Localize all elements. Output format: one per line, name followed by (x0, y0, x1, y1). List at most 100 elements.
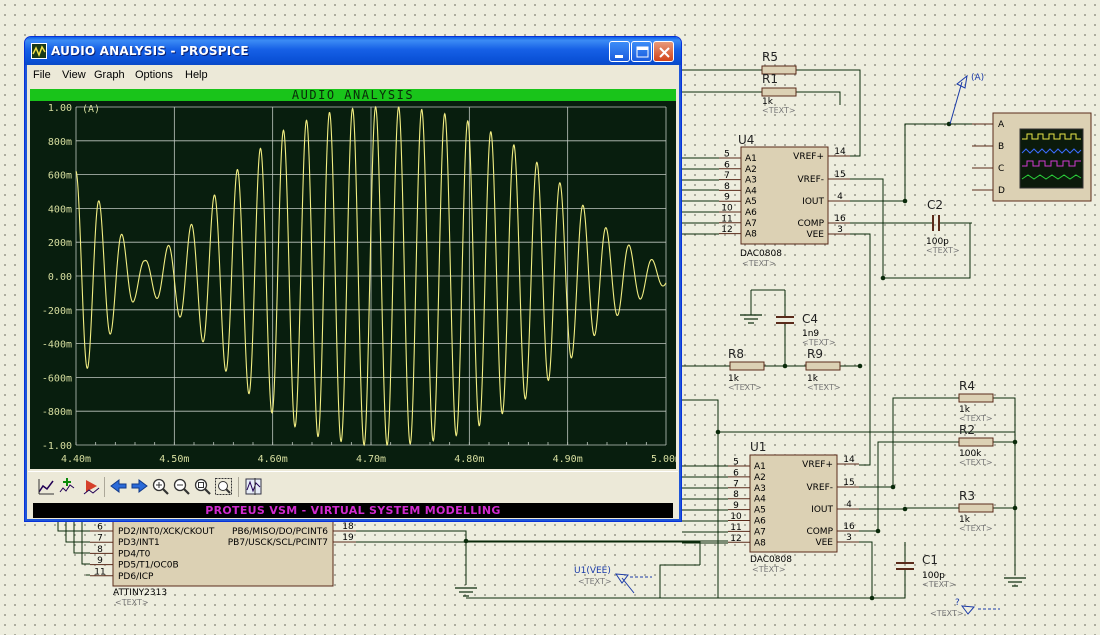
dac-chip-u4[interactable]: U4 DAC0808 <TEXT> 5 A1 6 A2 7 A3 8 A4 9 A5 10 A6 11 A… (719, 133, 850, 268)
resistor-r5[interactable]: R5 (761, 50, 797, 75)
resistor-r9[interactable]: R91k<TEXT> (805, 347, 841, 392)
window-titlebar[interactable]: AUDIO ANALYSIS - PROSPICE (25, 37, 681, 65)
menu-graph[interactable]: Graph (94, 69, 125, 81)
resistor-r8[interactable]: R81k<TEXT> (728, 347, 765, 392)
close-button[interactable] (653, 41, 674, 62)
pin-number: 19 (342, 533, 354, 543)
zoom-area-button[interactable] (213, 476, 234, 497)
pin-name: A7 (754, 527, 766, 537)
x-tick-label: 4.70m (356, 454, 386, 465)
pin-number: 7 (733, 479, 739, 489)
chip-ref-u4: U4 (738, 133, 754, 147)
wire (872, 569, 906, 599)
graph-plot[interactable]: AUDIO ANALYSIS 1.00 800m 600m 400m 200m 0.00 -… (30, 89, 676, 469)
pin-number: 8 (733, 490, 739, 500)
pin-number: 16 (834, 214, 846, 224)
pin-name: A6 (745, 208, 757, 218)
resistor-ref: R5 (762, 50, 778, 64)
resistor-r4[interactable]: R41k<TEXT> (958, 379, 994, 423)
x-tick-label: 4.50m (159, 454, 189, 465)
toolbar-separator (238, 477, 239, 497)
resistor-r3[interactable]: R31k<TEXT> (958, 489, 994, 533)
graph-settings-button[interactable] (36, 476, 57, 497)
y-tick-label: 800m (48, 137, 72, 148)
attiny2313-chip[interactable]: ATTINY2313 <TEXT> 6 PD2/INT0/XCK/CKOUT 7 PD… (90, 517, 356, 607)
pin-name: A3 (754, 484, 766, 494)
menu-help[interactable]: Help (185, 69, 208, 81)
pin-number: 5 (724, 150, 730, 160)
y-tick-label: -600m (42, 373, 72, 384)
wire (356, 541, 701, 565)
pin-name: IOUT (811, 505, 833, 515)
probe-vee-text: <TEXT> (578, 577, 612, 586)
zoom-out-button[interactable] (171, 476, 192, 497)
pin-name: A1 (745, 154, 757, 164)
junction-dot (782, 363, 788, 369)
pin-number: 11 (730, 523, 741, 533)
minimize-icon (615, 55, 623, 58)
pin-number: 7 (97, 534, 103, 544)
dac-chip-u1[interactable]: U1 DAC0808 <TEXT> 5 A1 6 A2 7 A3 8 A4 9 A5 10 A6 11 A… (728, 440, 859, 574)
graph-toolbar (28, 471, 678, 501)
resistor-ref: R4 (959, 379, 975, 393)
wire (850, 233, 871, 466)
add-trace-icon (59, 478, 75, 493)
pin-name: A1 (754, 462, 766, 472)
menu-file[interactable]: File (33, 69, 51, 81)
pin-number: 12 (721, 225, 732, 235)
wire (850, 178, 971, 279)
status-bar: PROTEUS VSM - VIRTUAL SYSTEM MODELLING (33, 503, 673, 518)
pin-name: VREF+ (793, 152, 824, 162)
menu-view[interactable]: View (62, 69, 86, 81)
resistor-body (958, 437, 994, 447)
pin-name: PD2/INT0/XCK/CKOUT (118, 527, 215, 537)
pin-name: A4 (754, 495, 766, 505)
run-simulation-button[interactable] (81, 476, 102, 497)
voltage-probe-unnamed[interactable]: ? <TEXT> (930, 598, 1000, 618)
pin-number: 12 (730, 534, 741, 544)
voltage-probe-a[interactable]: (A) (949, 73, 984, 125)
waveform-button[interactable] (243, 476, 264, 497)
capacitor-c2[interactable]: C2100p<TEXT> (926, 198, 960, 255)
junction-dot (902, 506, 908, 512)
wire (796, 69, 861, 157)
resistor-text: <TEXT> (807, 383, 841, 392)
zoom-all-button[interactable] (192, 476, 213, 497)
chip-text-u1: <TEXT> (752, 565, 786, 574)
audio-analysis-window[interactable]: AUDIO ANALYSIS - PROSPICE File View Grap… (24, 36, 682, 522)
pin-name: VEE (815, 538, 833, 548)
capacitor-text: <TEXT> (922, 580, 956, 589)
resistor-body (958, 393, 994, 403)
menu-options[interactable]: Options (135, 69, 173, 81)
y-tick-label: 400m (48, 204, 72, 215)
pan-left-button[interactable] (108, 476, 129, 497)
pin-number: 14 (834, 147, 846, 157)
maximize-button[interactable] (631, 41, 652, 62)
toolbar-separator (104, 477, 105, 497)
x-tick-label: 4.40m (61, 454, 91, 465)
add-trace-button[interactable] (57, 476, 78, 497)
resistor-r1[interactable]: R11k<TEXT> (761, 72, 797, 115)
pin-name: A2 (754, 473, 766, 483)
resistor-ref: R9 (807, 347, 823, 361)
capacitor-ref: C2 (927, 198, 943, 212)
minimize-button[interactable] (609, 41, 630, 62)
junction-dot (1012, 505, 1018, 511)
zoom-in-button[interactable] (150, 476, 171, 497)
y-tick-label: 600m (48, 171, 72, 182)
pin-number: 9 (733, 501, 739, 511)
voltage-probe-u1vee[interactable]: U1(VEE) <TEXT> (574, 566, 652, 594)
oscilloscope-instrument[interactable]: A B C D (972, 112, 1092, 202)
prospice-app-icon[interactable] (31, 43, 47, 59)
pin-number: 4 (837, 192, 843, 202)
pin-number: 3 (837, 225, 843, 235)
probe-vee-label: U1(VEE) (574, 566, 611, 576)
resistor-r2[interactable]: R2100k<TEXT> (958, 423, 994, 467)
analysis-graph[interactable]: AUDIO ANALYSIS 1.00 800m 600m 400m 200m 0.00 -… (30, 89, 676, 469)
zoom-area-icon (215, 478, 232, 495)
probe-q-text: <TEXT> (930, 609, 964, 618)
pin-number: 16 (843, 522, 855, 532)
scope-channel-label: B (998, 142, 1004, 152)
x-tick-label: 5.00m (651, 454, 676, 465)
pan-right-button[interactable] (129, 476, 150, 497)
